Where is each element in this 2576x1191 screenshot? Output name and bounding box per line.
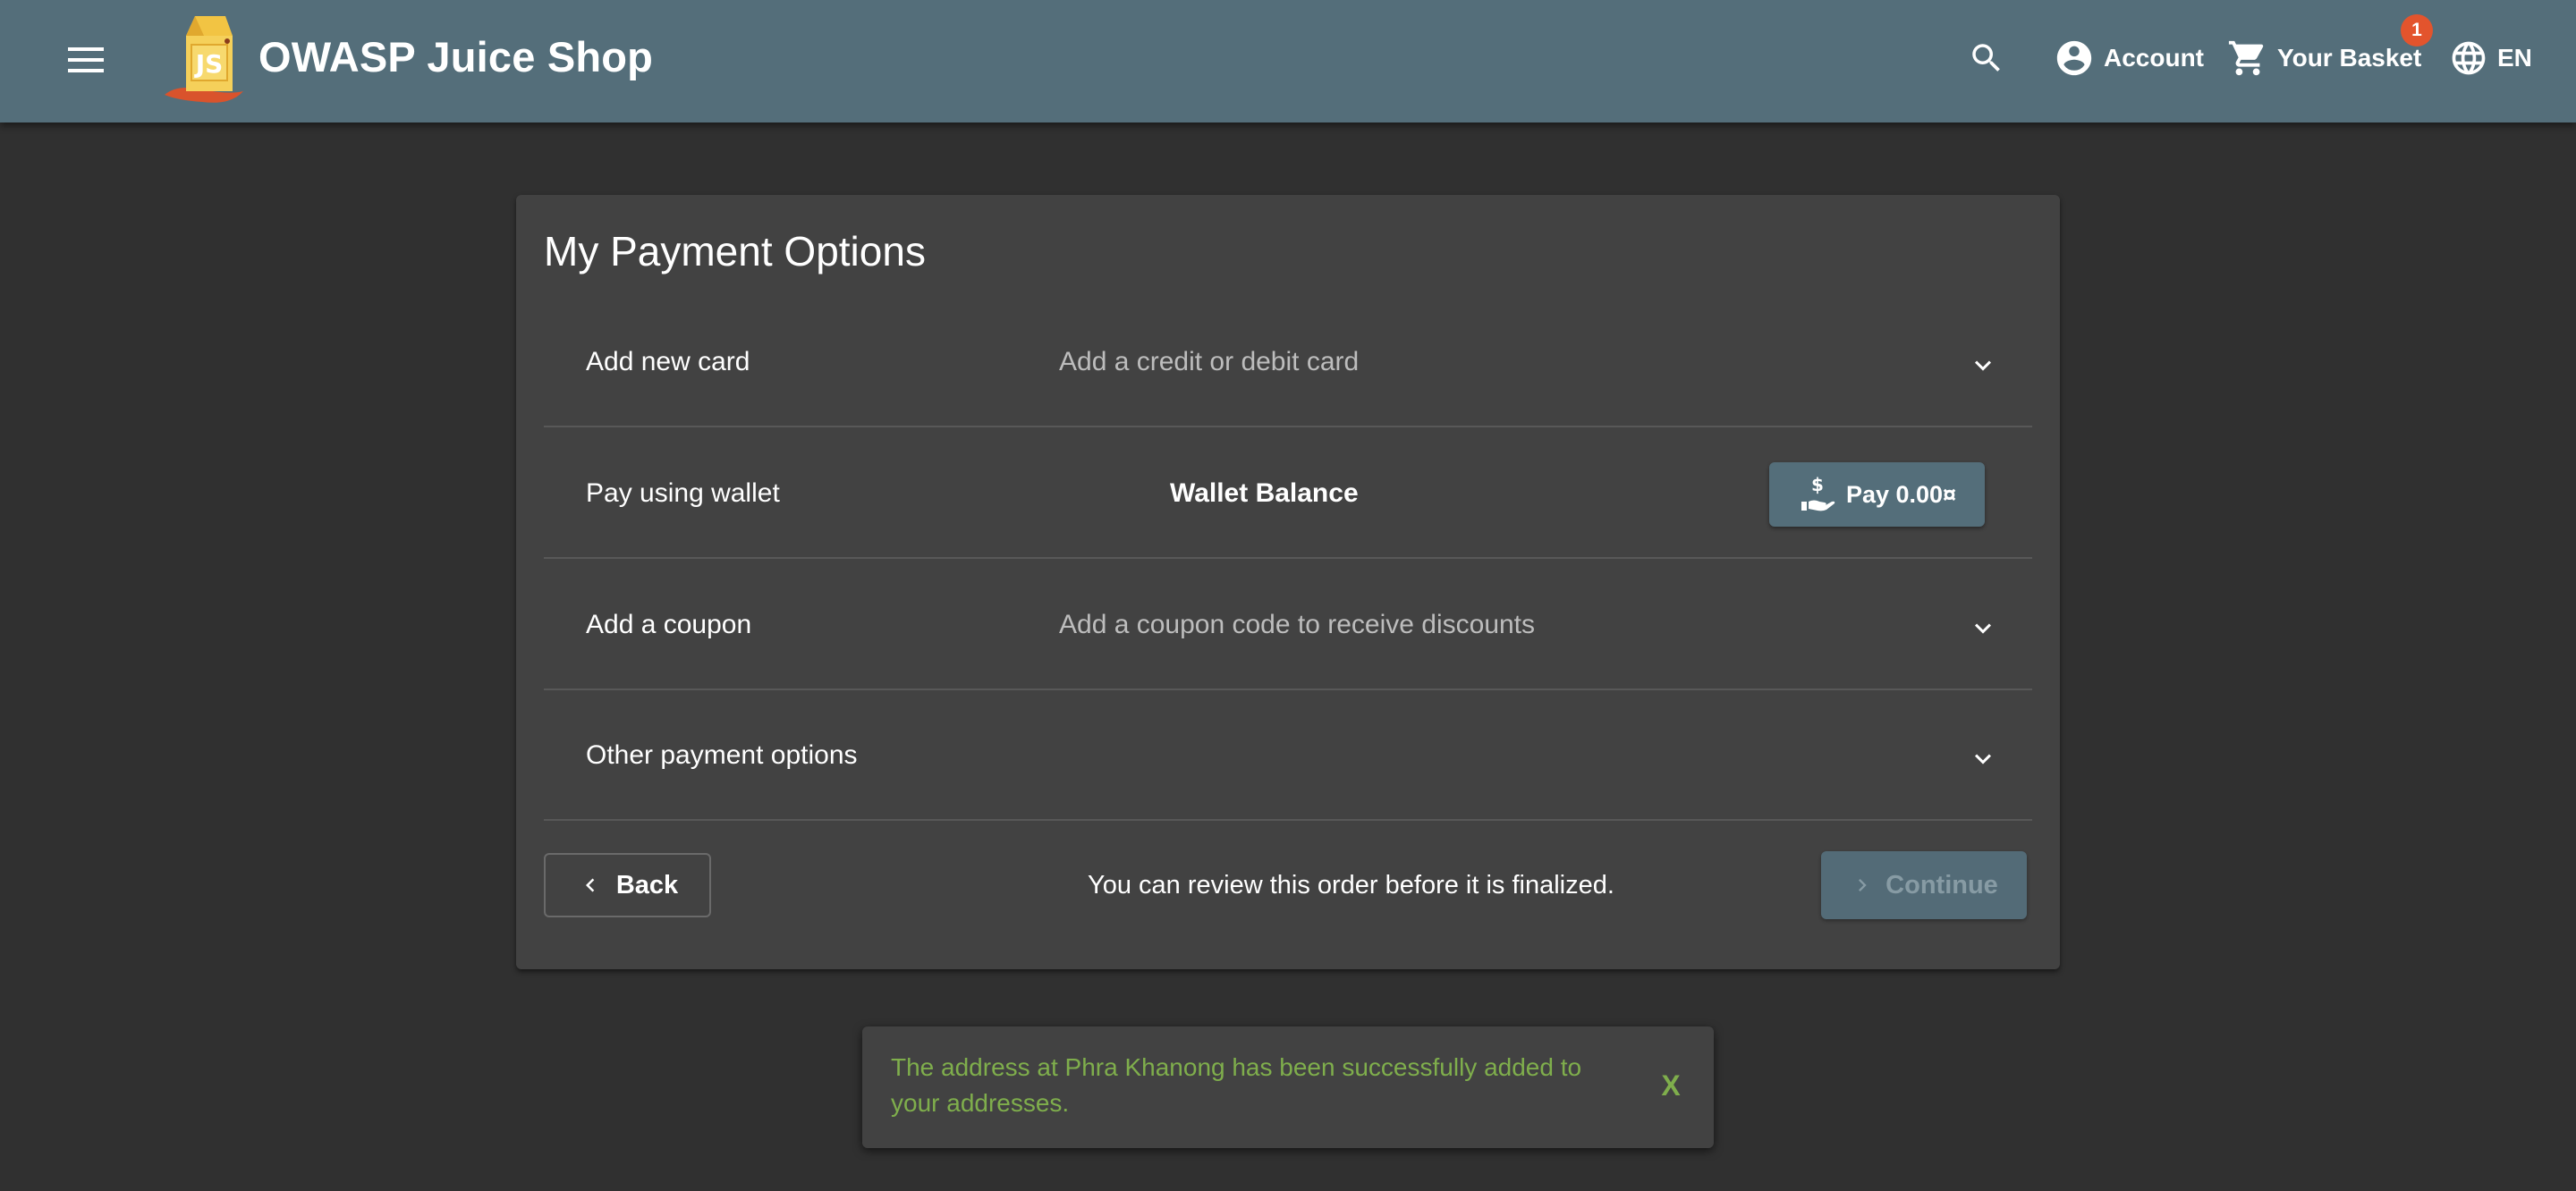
menu-button[interactable] (54, 30, 118, 89)
chevron-left-icon (585, 878, 595, 892)
panel-title: Other payment options (586, 739, 858, 770)
app-title[interactable]: OWASP Juice Shop (258, 32, 653, 81)
continue-label: Continue (1885, 870, 1998, 900)
account-circle-icon (2056, 40, 2092, 76)
juice-shop-logo[interactable]: JS (159, 9, 249, 107)
snackbar-close-button[interactable]: X (1653, 1068, 1689, 1103)
snackbar-message: The address at Phra Khanong has been suc… (891, 1053, 1582, 1117)
svg-text:$: $ (1811, 475, 1824, 495)
chevron-down-icon (1975, 622, 1991, 634)
chevron-right-icon (1859, 879, 1867, 891)
panel-title: Add a coupon (586, 609, 752, 639)
snackbar-notification: The address at Phra Khanong has been suc… (862, 1026, 1714, 1148)
pay-button-label: Pay 0.00¤ (1845, 480, 1957, 508)
language-button[interactable]: EN (2449, 30, 2532, 86)
svg-text:JS: JS (194, 49, 224, 79)
panel-title: Add new card (586, 346, 750, 376)
continue-button[interactable]: Continue (1821, 851, 2027, 919)
panel-description: Add a credit or debit card (1059, 346, 1360, 376)
back-label: Back (615, 870, 679, 900)
panel-pay-wallet: Pay using wallet Wallet Balance $ Pay 0.… (544, 429, 2032, 559)
account-button[interactable]: Account (2054, 30, 2204, 86)
panel-add-new-card[interactable]: Add new card Add a credit or debit card (544, 298, 2032, 427)
account-label: Account (2104, 44, 2204, 72)
page-title: My Payment Options (544, 228, 926, 275)
wallet-balance-label: Wallet Balance (1170, 477, 1359, 508)
payment-hand-icon: $ (1801, 475, 1835, 511)
panel-other-payment-options[interactable]: Other payment options (544, 691, 2032, 821)
back-button[interactable]: Back (544, 853, 711, 917)
chevron-down-icon (1975, 359, 1991, 371)
panel-add-coupon[interactable]: Add a coupon Add a coupon code to receiv… (544, 561, 2032, 690)
panel-description: Add a coupon code to receive discounts (1059, 609, 1536, 639)
top-toolbar: JS OWASP Juice Shop Account Your Basket … (0, 0, 2576, 122)
language-icon (2452, 41, 2486, 75)
shopping-cart-icon (2228, 40, 2264, 76)
language-label: EN (2497, 44, 2532, 72)
menu-icon (68, 47, 104, 72)
basket-count-badge: 1 (2401, 14, 2433, 46)
search-button[interactable] (1968, 30, 2021, 86)
basket-button[interactable]: Your Basket (2227, 30, 2421, 86)
panel-title: Pay using wallet (586, 477, 780, 508)
review-note: You can review this order before it is f… (1088, 871, 1614, 900)
pay-wallet-button[interactable]: $ Pay 0.00¤ (1769, 462, 1985, 527)
search-icon (1972, 44, 2000, 72)
payment-options-card: My Payment Options Add new card Add a cr… (516, 195, 2060, 969)
basket-label: Your Basket (2277, 44, 2422, 72)
chevron-down-icon (1975, 753, 1991, 764)
